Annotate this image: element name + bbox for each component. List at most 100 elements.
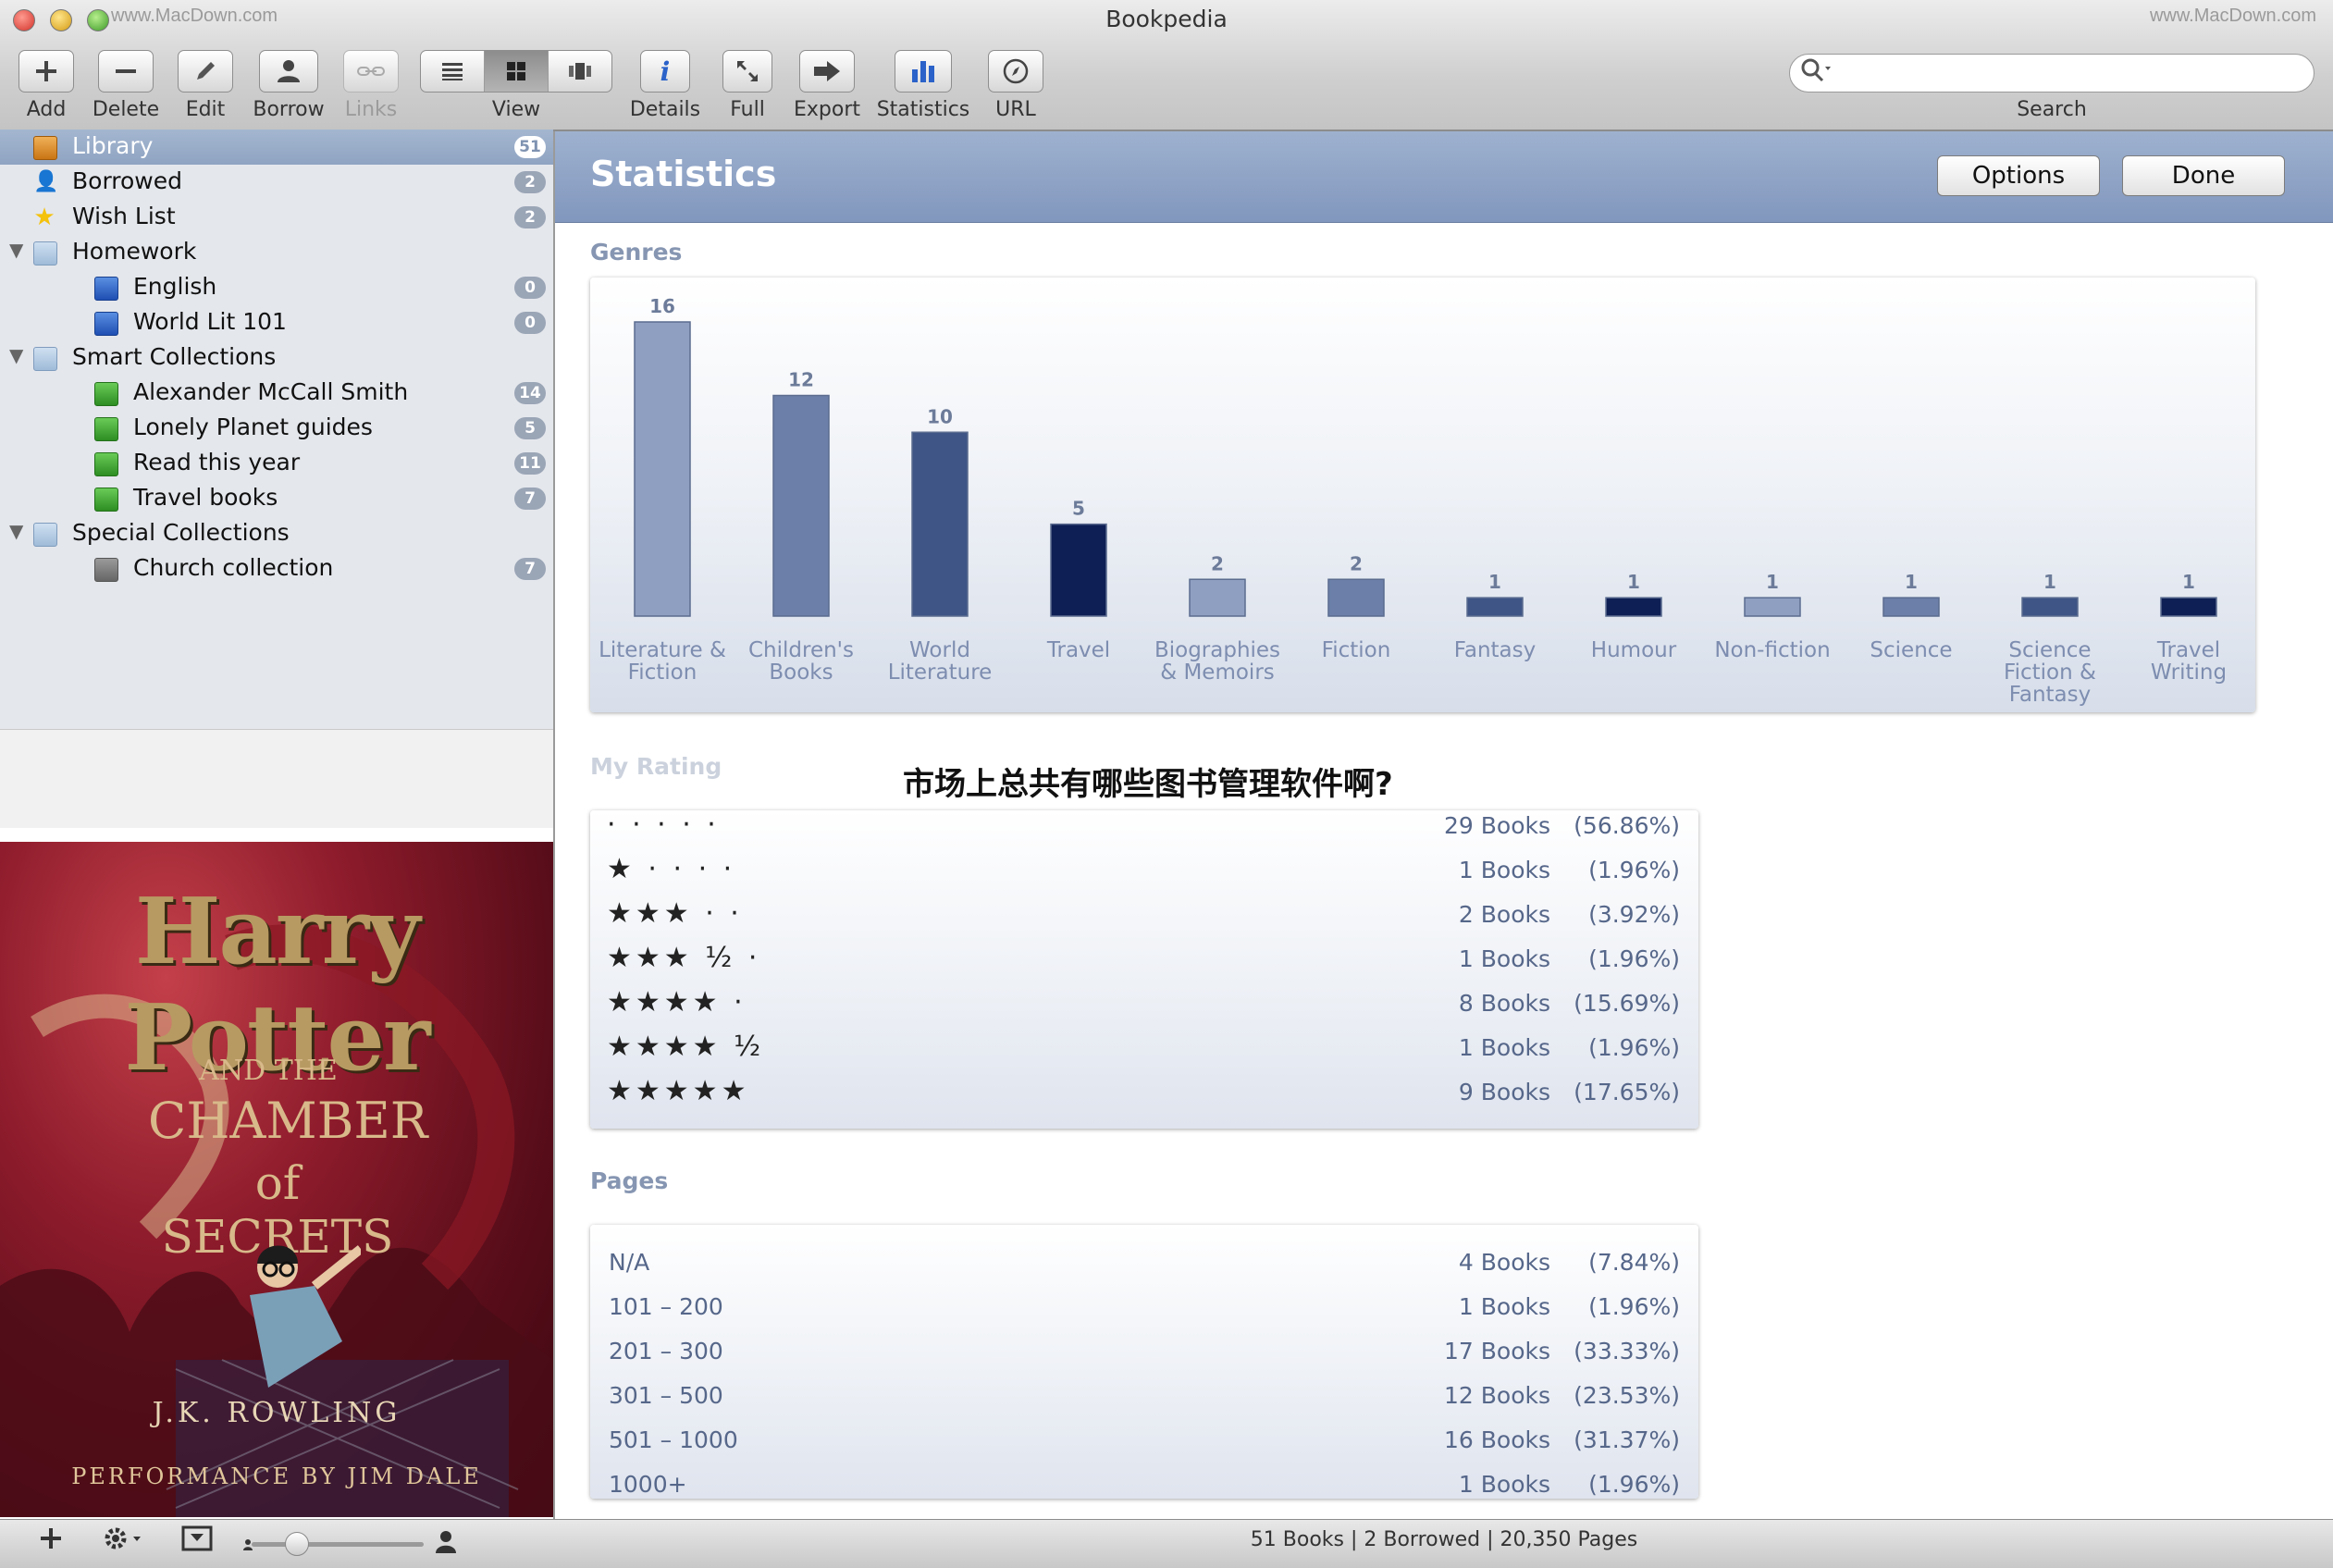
links-label: Links <box>344 98 398 121</box>
sidebar-item-label: Alexander McCall Smith <box>133 378 409 405</box>
genre-bar <box>2021 597 2079 617</box>
pages-row: 101 – 200 1 Books (1.96%) <box>590 1286 1698 1330</box>
window-title: Bookpedia <box>1105 6 1228 32</box>
pages-row: 1000+ 1 Books (1.96%) <box>590 1463 1698 1499</box>
sidebar-item[interactable]: ▼ Special Collections <box>0 516 553 551</box>
edit-button[interactable]: Edit <box>168 50 242 126</box>
genre-category-label: Literature & <box>599 638 726 662</box>
disclosure-triangle-icon[interactable]: ▼ <box>9 344 23 366</box>
pages-range-label: 301 – 500 <box>609 1382 723 1409</box>
sidebar-item-label: Read this year <box>133 449 301 475</box>
pages-range-label: 201 – 300 <box>609 1338 723 1364</box>
search-label: Search <box>2017 98 2087 121</box>
rating-row: ★★★★ ½ 1 Books (1.96%) <box>590 1027 1698 1071</box>
book-count: 9 Books <box>1458 1079 1550 1105</box>
disclosure-triangle-icon[interactable]: ▼ <box>9 520 23 542</box>
count-badge: 0 <box>514 312 546 334</box>
pages-row: 201 – 300 17 Books (33.33%) <box>590 1330 1698 1375</box>
borrow-button[interactable]: Borrow <box>250 50 327 126</box>
genre-bar <box>772 394 830 617</box>
genres-bar-chart: 16Literature &Fiction12Children'sBooks10… <box>599 295 2227 707</box>
genre-bar <box>1327 578 1385 617</box>
sidebar-item-label: Library <box>72 132 154 159</box>
sidebar-item[interactable]: English 0 <box>0 270 553 305</box>
done-button[interactable]: Done <box>2122 155 2285 196</box>
count-badge: 2 <box>514 206 546 228</box>
green-book-icon <box>94 417 118 441</box>
toggle-cover-button[interactable] <box>181 1525 213 1560</box>
count-badge: 5 <box>514 417 546 439</box>
sidebar-item[interactable]: Lonely Planet guides 5 <box>0 411 553 446</box>
sidebar-item[interactable]: ▼ Smart Collections <box>0 340 553 376</box>
cover-figure-illustration <box>250 1245 361 1388</box>
sidebar-item[interactable]: Church collection 7 <box>0 551 553 586</box>
star-rating-icon: ★★★★ ½ <box>607 1031 765 1063</box>
genre-value-label: 1 <box>2043 571 2056 593</box>
sidebar-item[interactable]: ★ Wish List 2 <box>0 200 553 235</box>
sidebar-item[interactable]: Alexander McCall Smith 14 <box>0 376 553 411</box>
genre-bar <box>911 431 969 617</box>
coverflow-view-icon[interactable] <box>549 51 611 92</box>
genre-bar <box>1605 597 1662 617</box>
book-cover-image: Harry Potter AND THE CHAMBER of SECRETS … <box>0 842 553 1517</box>
book-count: 17 Books <box>1443 1338 1550 1364</box>
url-button[interactable]: URL <box>979 50 1053 126</box>
sidebar-item[interactable]: ▼ Homework <box>0 235 553 270</box>
genre-value-label: 5 <box>1072 498 1085 520</box>
percentage: (23.53%) <box>1574 1382 1680 1409</box>
list-view-icon[interactable] <box>421 51 485 92</box>
pages-range-label: 101 – 200 <box>609 1293 723 1320</box>
link-icon <box>343 50 399 93</box>
star-rating-icon: · · · · · <box>607 810 720 841</box>
borrow-label: Borrow <box>253 98 325 121</box>
sidebar-item[interactable]: World Lit 101 0 <box>0 305 553 340</box>
genre-bar <box>1744 597 1801 617</box>
action-menu-button[interactable] <box>102 1525 144 1560</box>
book-count: 1 Books <box>1458 1034 1550 1061</box>
bar-chart-icon <box>895 50 952 93</box>
sidebar-item[interactable]: 👤 Borrowed 2 <box>0 165 553 200</box>
genre-value-label: 12 <box>788 369 814 391</box>
add-button[interactable]: Add <box>9 50 83 126</box>
add-collection-button[interactable] <box>37 1525 65 1560</box>
grid-view-icon[interactable] <box>485 51 549 92</box>
zoom-slider[interactable] <box>252 1542 424 1547</box>
links-button[interactable]: Links <box>333 50 409 126</box>
rating-row: ★★★★ · 8 Books (15.69%) <box>590 982 1698 1027</box>
delete-button[interactable]: Delete <box>85 50 167 126</box>
genre-value-label: 1 <box>1766 571 1779 593</box>
person-icon: 👤 <box>33 170 59 193</box>
full-button[interactable]: Full <box>710 50 784 126</box>
search-input[interactable] <box>1841 59 2307 89</box>
genre-category-label: Literature <box>888 661 993 685</box>
genres-section-title: Genres <box>590 239 683 265</box>
export-button[interactable]: Export <box>788 50 866 126</box>
options-button[interactable]: Options <box>1937 155 2100 196</box>
zoom-slider-knob[interactable] <box>285 1532 309 1556</box>
green-book-icon <box>94 382 118 406</box>
plus-icon <box>19 50 74 93</box>
sidebar-item-label: Church collection <box>133 554 334 581</box>
minus-icon <box>98 50 154 93</box>
cover-subtitle: AND THE <box>199 1055 338 1087</box>
disclosure-triangle-icon[interactable]: ▼ <box>9 239 23 261</box>
statistics-button[interactable]: Statistics <box>875 50 971 126</box>
genre-category-label: Biographies <box>1154 638 1280 662</box>
details-button[interactable]: i Details <box>627 50 703 126</box>
sidebar-item[interactable]: Library 51 <box>0 130 553 165</box>
genre-value-label: 10 <box>927 405 953 427</box>
sidebar-item[interactable]: Read this year 11 <box>0 446 553 481</box>
percentage: (3.92%) <box>1588 901 1680 928</box>
sidebar-item-label: Lonely Planet guides <box>133 414 373 440</box>
sidebar-item[interactable]: Travel books 7 <box>0 481 553 516</box>
genre-bar <box>634 321 691 617</box>
percentage: (31.37%) <box>1574 1426 1680 1453</box>
sidebar-item-label: Smart Collections <box>72 343 277 370</box>
genre-category-label: Children's <box>748 638 854 662</box>
search-icon[interactable] <box>1800 57 1833 90</box>
view-segmented-control[interactable] <box>420 50 612 93</box>
rating-row: ★★★★★ 9 Books (17.65%) <box>590 1071 1698 1116</box>
sidebar-divider[interactable] <box>553 131 555 1519</box>
genre-bar <box>1882 597 1940 617</box>
gear-icon <box>105 1527 141 1549</box>
